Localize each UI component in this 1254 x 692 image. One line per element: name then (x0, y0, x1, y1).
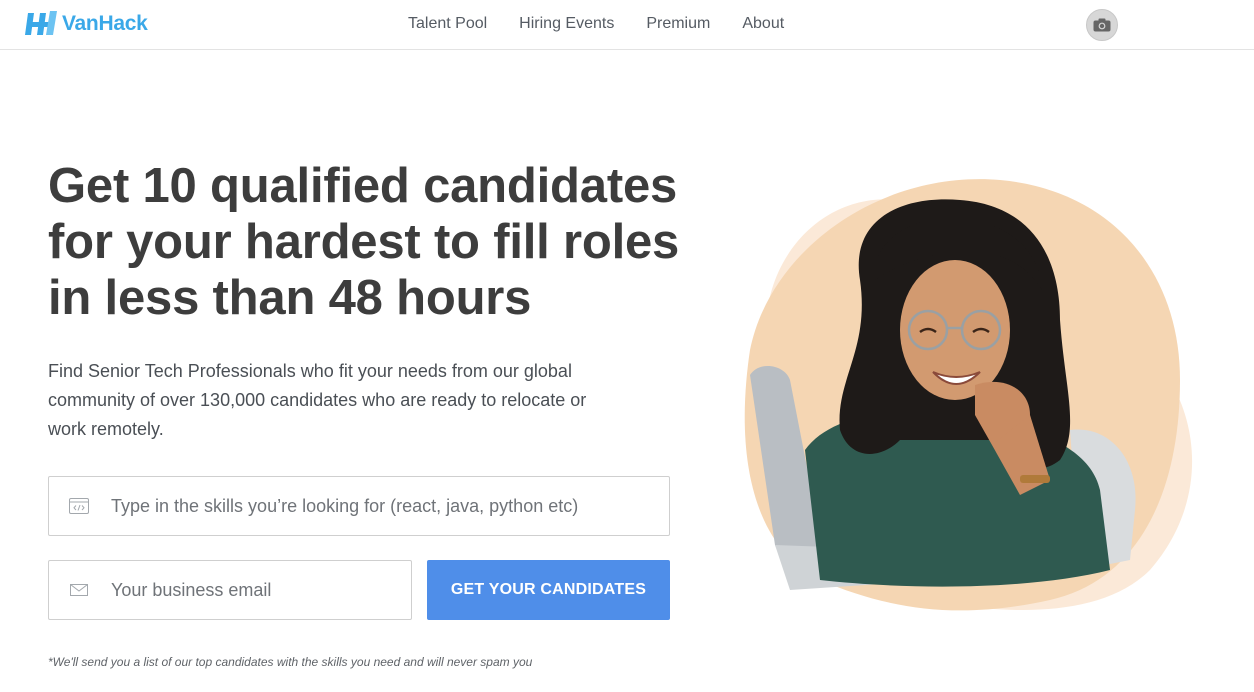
nav-premium[interactable]: Premium (646, 15, 710, 33)
headline-line: Get 10 qualified candidates (48, 159, 678, 213)
headline-line: for your hardest to fill roles (48, 215, 680, 269)
logo-text: VanHack (62, 12, 148, 35)
get-candidates-button[interactable]: GET YOUR CANDIDATES (427, 560, 670, 620)
nav-hiring-events[interactable]: Hiring Events (519, 15, 614, 33)
nav-talent-pool[interactable]: Talent Pool (408, 15, 487, 33)
skills-input[interactable] (109, 494, 669, 518)
hero-subtext: Find Senior Tech Professionals who fit y… (48, 361, 587, 439)
main-nav: Talent Pool Hiring Events Premium About (408, 15, 816, 33)
headline-line: in less than 48 hours (48, 271, 532, 325)
disclaimer-note: *We'll send you a list of our top candid… (48, 655, 533, 669)
camera-icon (1093, 18, 1111, 32)
vanhack-logo[interactable]: VanHack (24, 9, 148, 39)
vanhack-logo-icon (25, 11, 57, 35)
top-navbar: VanHack Talent Pool Hiring Events Premiu… (0, 0, 1254, 50)
screenshot-camera-button[interactable] (1086, 9, 1118, 41)
code-window-icon (69, 498, 89, 514)
hero-headline: Get 10 qualified candidates for your har… (48, 158, 748, 326)
nav-about[interactable]: About (742, 15, 784, 33)
envelope-icon (70, 584, 88, 596)
email-input[interactable] (109, 578, 411, 602)
smiling-developer-photo (744, 179, 1193, 611)
email-field[interactable] (48, 560, 412, 620)
skills-field[interactable] (48, 476, 670, 536)
